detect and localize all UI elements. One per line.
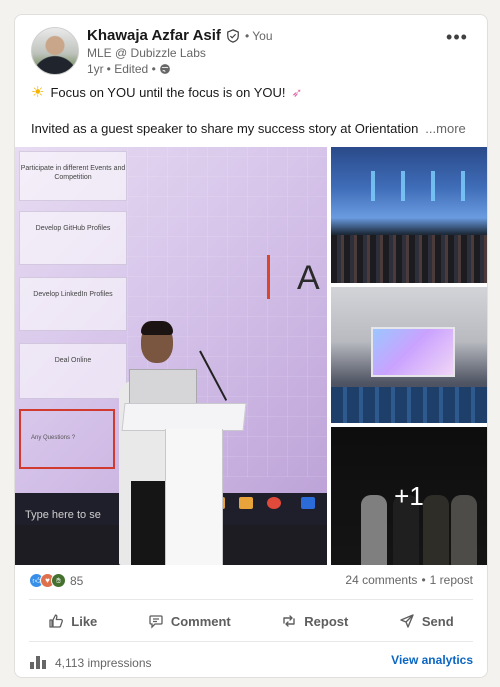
avatar[interactable]: [31, 27, 79, 75]
post-line-2-text: Invited as a guest speaker to share my s…: [31, 121, 419, 136]
audience-photo[interactable]: [331, 147, 487, 283]
post-footer: 4,113 impressions View analytics: [15, 649, 487, 673]
auditorium-seats: [331, 387, 487, 423]
send-label: Send: [421, 613, 454, 629]
count-separator: •: [421, 573, 426, 587]
see-more-link[interactable]: ...more: [425, 120, 465, 138]
repost-button[interactable]: Repost: [271, 603, 358, 639]
more-options-button[interactable]: •••: [441, 23, 473, 51]
podium: [165, 429, 223, 565]
slide-item-highlighted: Any Questions ?: [19, 409, 115, 469]
post-line-2: Invited as a guest speaker to share my s…: [31, 120, 471, 138]
light-stripe: [461, 171, 465, 201]
view-analytics-link[interactable]: View analytics: [391, 653, 473, 667]
comments-count[interactable]: 24 comments: [345, 573, 417, 587]
post-time: 1yr: [87, 62, 104, 76]
verified-shield-icon: [226, 28, 240, 43]
light-stripe: [371, 171, 375, 201]
main-photo[interactable]: Participate in different Events and Comp…: [15, 147, 327, 565]
post-body: ☀ Focus on YOU until the focus is on YOU…: [15, 84, 487, 138]
reaction-count[interactable]: 85: [70, 574, 83, 588]
light-stripe: [431, 171, 435, 201]
repost-label: Repost: [304, 613, 349, 629]
globe-icon: [159, 63, 171, 75]
repost-icon: [281, 613, 297, 629]
more-photos-overlay[interactable]: +1: [331, 427, 487, 565]
ellipsis-icon: •••: [446, 26, 468, 47]
like-label: Like: [71, 613, 98, 629]
divider: [29, 641, 473, 642]
impressions-count: 4,113 impressions: [55, 655, 152, 670]
author-headline: MLE @ Dubizzle Labs: [87, 46, 206, 60]
edited-label: • Edited •: [106, 62, 156, 76]
send-button[interactable]: Send: [389, 603, 464, 639]
speaker-hair: [141, 321, 173, 335]
projection-screen: [371, 327, 455, 377]
slide-letter: A: [297, 259, 320, 297]
audience-crowd: [331, 235, 487, 283]
word-icon: [301, 497, 315, 509]
light-stripe: [401, 171, 405, 201]
celebrate-reaction-icon: ✋︎: [51, 573, 66, 588]
author-name[interactable]: Khawaja Azfar Asif: [87, 27, 221, 44]
slide-item: Develop LinkedIn Profiles: [19, 277, 127, 331]
projected-search-text: Type here to se: [25, 509, 101, 521]
post-header: Khawaja Azfar Asif • You MLE @ Dubizzle …: [15, 15, 487, 87]
thumbs-up-icon: [48, 613, 64, 629]
author-name-row: Khawaja Azfar Asif • You: [87, 27, 273, 44]
post-card: Khawaja Azfar Asif • You MLE @ Dubizzle …: [14, 14, 488, 678]
auditorium-photo[interactable]: [331, 287, 487, 423]
reposts-count[interactable]: 1 repost: [430, 573, 473, 587]
slide-item: Participate in different Events and Comp…: [19, 151, 127, 201]
comment-label: Comment: [170, 613, 231, 629]
slide-accent-bar: [267, 255, 270, 299]
slide-item: Deal Online: [19, 343, 127, 399]
action-bar: Like Comment Repost Send: [15, 603, 487, 639]
social-counts: 👍︎ ♥ ✋︎ 85 24 comments • 1 repost: [15, 573, 487, 597]
reactions-summary[interactable]: 👍︎ ♥ ✋︎ 85: [29, 573, 83, 588]
comment-icon: [148, 613, 164, 629]
divider: [29, 599, 473, 600]
impressions-stat[interactable]: 4,113 impressions: [29, 653, 152, 672]
browser-icon: [267, 497, 281, 509]
speaker-legs: [131, 481, 167, 565]
comments-reposts: 24 comments • 1 repost: [345, 573, 473, 587]
send-icon: [399, 613, 415, 629]
folder-icon: [239, 497, 253, 509]
photo-gallery: Participate in different Events and Comp…: [15, 147, 487, 565]
like-button[interactable]: Like: [38, 603, 107, 639]
slide-item: Develop GitHub Profiles: [19, 211, 127, 265]
comment-button[interactable]: Comment: [138, 603, 241, 639]
you-label: • You: [244, 28, 273, 43]
post-meta: 1yr • Edited •: [87, 62, 171, 76]
bar-chart-icon: [29, 653, 47, 672]
podium-top: [121, 403, 247, 431]
